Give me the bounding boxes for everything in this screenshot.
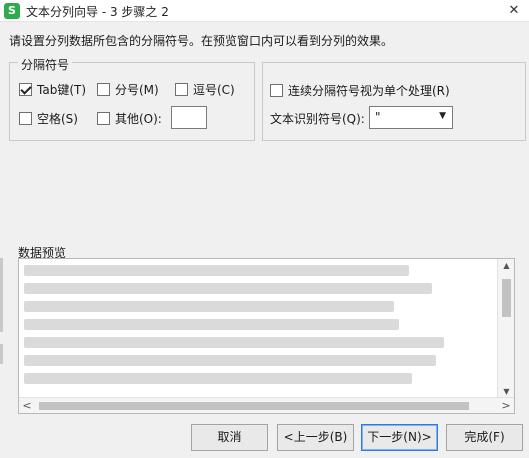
consecutive-checkbox[interactable]: 连续分隔符号视为单个处理(R) [270, 82, 450, 99]
other-checkbox-label: 其他(O): [115, 112, 162, 126]
side-strip [0, 258, 3, 332]
semicolon-checkbox-label: 分号(M) [115, 83, 159, 97]
instruction-text: 请设置分列数据所包含的分隔符号。在预览窗口内可以看到分列的效果。 [9, 34, 394, 48]
preview-row [24, 301, 394, 312]
back-button[interactable]: <上一步(B) [277, 424, 354, 451]
data-preview[interactable]: ▲ ▼ < > [18, 258, 515, 414]
preview-row [24, 337, 444, 348]
semicolon-checkbox-box[interactable] [97, 83, 110, 96]
app-icon: S [4, 3, 20, 19]
vertical-scroll-thumb[interactable] [502, 279, 511, 317]
finish-button[interactable]: 完成(F) [446, 424, 523, 451]
options-group [262, 62, 526, 141]
other-checkbox[interactable]: 其他(O): [97, 110, 162, 127]
next-button[interactable]: 下一步(N)> [361, 424, 438, 451]
window-title: 文本分列向导 - 3 步骤之 2 [26, 5, 169, 19]
text-qualifier-select[interactable]: " ▼ [369, 106, 453, 129]
delimiters-group [9, 62, 255, 141]
space-checkbox-box[interactable] [19, 112, 32, 125]
horizontal-scrollbar[interactable]: < > [19, 397, 514, 413]
other-checkbox-box[interactable] [97, 112, 110, 125]
comma-checkbox-box[interactable] [175, 83, 188, 96]
horizontal-scroll-thumb[interactable] [39, 402, 469, 410]
space-checkbox[interactable]: 空格(S) [19, 110, 78, 127]
tab-checkbox[interactable]: Tab键(T) [19, 81, 86, 98]
preview-row [24, 319, 399, 330]
preview-row [24, 373, 412, 384]
scroll-right-icon[interactable]: > [499, 399, 513, 412]
tab-checkbox-label: Tab键(T) [37, 83, 87, 97]
close-button[interactable]: ✕ [503, 0, 525, 22]
consecutive-checkbox-box[interactable] [270, 84, 283, 97]
delimiters-legend: 分隔符号 [18, 56, 73, 73]
semicolon-checkbox[interactable]: 分号(M) [97, 81, 159, 98]
scroll-up-icon[interactable]: ▲ [498, 261, 514, 270]
preview-row [24, 283, 432, 294]
preview-row [24, 265, 409, 276]
other-delimiter-input[interactable] [171, 106, 207, 129]
text-qualifier-label: 文本识别符号(Q): [270, 112, 365, 126]
title-bar: S 文本分列向导 - 3 步骤之 2 ✕ [0, 0, 529, 22]
side-strip [0, 344, 3, 364]
scroll-left-icon[interactable]: < [20, 399, 34, 412]
consecutive-checkbox-label: 连续分隔符号视为单个处理(R) [288, 84, 450, 98]
preview-row [24, 355, 436, 366]
tab-checkbox-box[interactable] [19, 83, 32, 96]
scroll-down-icon[interactable]: ▼ [498, 387, 514, 396]
comma-checkbox-label: 逗号(C) [193, 83, 235, 97]
comma-checkbox[interactable]: 逗号(C) [175, 81, 235, 98]
text-qualifier-value: " [375, 110, 381, 124]
cancel-button[interactable]: 取消 [191, 424, 268, 451]
space-checkbox-label: 空格(S) [37, 112, 78, 126]
vertical-scrollbar[interactable]: ▲ ▼ [497, 259, 514, 398]
chevron-down-icon: ▼ [439, 111, 446, 121]
